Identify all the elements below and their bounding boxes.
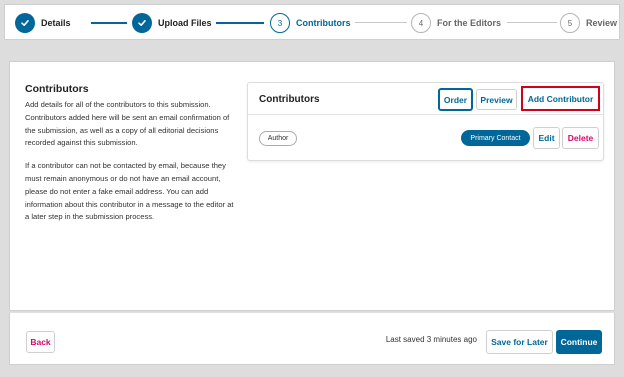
add-contributor-button[interactable]: Add Contributor [521,86,600,111]
step-details[interactable]: Details [15,12,71,34]
primary-contact-badge: Primary Contact [461,130,530,146]
section-title: Contributors [25,83,89,95]
back-button[interactable]: Back [26,331,55,353]
continue-button[interactable]: Continue [556,330,602,354]
checkmark-icon [132,13,152,33]
role-badge: Author [259,131,297,146]
delete-button[interactable]: Delete [562,127,599,149]
submission-stepper: Details Upload Files 3 Contributors 4 Fo… [4,4,620,40]
intro-paragraph: Add details for all of the contributors … [25,100,230,148]
step-label: Upload Files [158,18,212,28]
edit-button[interactable]: Edit [533,127,560,149]
preview-button[interactable]: Preview [476,89,517,110]
step-label: For the Editors [437,18,502,28]
contributors-panel: Contributors Add details for all of the … [9,61,615,311]
step-upload-files[interactable]: Upload Files [132,12,212,34]
card-header: Contributors Order Preview Add Contribut… [248,83,603,115]
step-label: Details [41,18,71,28]
checkmark-icon [15,13,35,33]
last-saved-status: Last saved 3 minutes ago [385,335,477,344]
step-label: Contributors [296,18,351,28]
step-review[interactable]: 5 Review [560,12,617,34]
intro-paragraph: If a contributor can not be contacted by… [25,161,234,222]
step-contributors[interactable]: 3 Contributors [270,12,351,34]
contributors-intro: Contributors Add details for all of the … [25,83,235,224]
card-title: Contributors [259,94,320,105]
form-footer: Back Last saved 3 minutes ago Save for L… [9,312,615,365]
step-number: 5 [560,13,580,33]
step-for-the-editors[interactable]: 4 For the Editors [411,12,501,34]
step-label: Review [586,18,618,28]
step-connector [355,22,407,23]
step-connector [507,22,557,23]
step-number: 4 [411,13,431,33]
contributors-list-card: Contributors Order Preview Add Contribut… [247,82,604,161]
step-connector [216,22,264,24]
step-connector [91,22,127,24]
order-button[interactable]: Order [438,88,473,111]
save-for-later-button[interactable]: Save for Later [486,330,553,354]
step-number: 3 [270,13,290,33]
